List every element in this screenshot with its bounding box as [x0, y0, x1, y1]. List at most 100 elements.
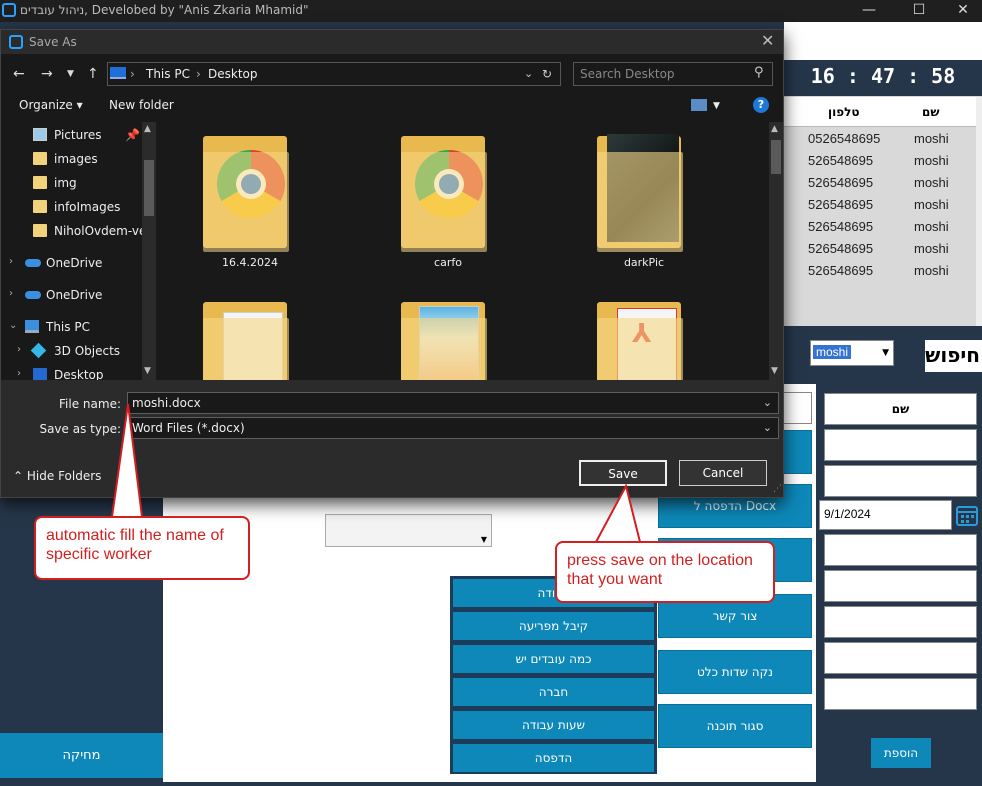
cancel-button[interactable]: Cancel [679, 460, 767, 486]
nav-item-label: 3D Objects [54, 344, 121, 358]
date-field[interactable]: 9/1/2024 [819, 500, 952, 530]
file-item[interactable]: 16.4.2024 [195, 128, 305, 278]
calendar-icon[interactable] [955, 503, 979, 527]
hide-folders-button[interactable]: ⌃ Hide Folders [13, 469, 101, 483]
file-view-scroll-thumb[interactable] [771, 140, 781, 174]
report-button[interactable]: קיבל מפריעה [452, 611, 655, 641]
folder-front [597, 318, 683, 380]
resize-grip-icon[interactable]: ⋰ [773, 484, 782, 494]
file-item[interactable]: darkPic [589, 128, 699, 278]
nav-item[interactable]: › 3D Objects [1, 339, 159, 363]
scroll-down-icon[interactable]: ▼ [771, 366, 778, 376]
report-button[interactable]: חברה [452, 677, 655, 707]
back-icon[interactable]: ← [13, 66, 25, 82]
report-button[interactable]: שעות עבודה [452, 710, 655, 740]
address-chevron-icon[interactable]: ⌄ [524, 67, 533, 80]
address-bar[interactable]: › This PC › Desktop ⌄ ↻ [107, 62, 561, 86]
chevron-right-icon[interactable]: › [17, 344, 21, 355]
up-icon[interactable]: ↑ [87, 66, 99, 82]
chevron-right-icon[interactable]: › [17, 368, 21, 379]
form-field-5[interactable] [824, 534, 977, 566]
new-folder-button[interactable]: New folder [109, 98, 174, 112]
grid-header-phone[interactable]: טלפון [828, 105, 860, 119]
chevron-right-icon[interactable]: › [9, 288, 13, 299]
grid-cell-name: moshi [914, 219, 949, 234]
nav-item-label: infoImages [54, 200, 121, 214]
chevron-down-icon[interactable]: ⌄ [763, 421, 772, 434]
add-button[interactable]: הוספת [871, 738, 931, 768]
nav-item[interactable]: infoImages [1, 195, 159, 219]
grid-row[interactable]: 526548695 moshi [784, 238, 976, 260]
delete-button[interactable]: מחיקה [0, 733, 163, 778]
nav-pane-scroll-thumb[interactable] [144, 160, 154, 216]
dialog-close-button[interactable]: ✕ [761, 31, 774, 50]
grid-header-name[interactable]: שם [922, 105, 939, 119]
file-item[interactable]: ⅄ [589, 294, 699, 380]
form-field-9[interactable] [824, 678, 977, 710]
view-chevron-icon[interactable]: ▼ [713, 101, 720, 111]
nav-item-label: NiholOvdem-ve [54, 224, 147, 238]
report-button[interactable]: כמה עובדים יש [452, 644, 655, 674]
breadcrumb-this-pc[interactable]: This PC [146, 67, 190, 81]
chevron-down-icon[interactable]: ⌄ [763, 396, 772, 409]
folder-front [597, 152, 683, 252]
grid-row[interactable]: 0526548695 moshi [784, 128, 976, 150]
form-field-3[interactable] [824, 465, 977, 497]
save-type-select[interactable]: Word Files (*.docx) ⌄ [127, 417, 779, 439]
grid-row[interactable]: 526548695 moshi [784, 216, 976, 238]
nav-item-label: OneDrive [46, 288, 103, 302]
grid-row[interactable]: 526548695 moshi [784, 194, 976, 216]
scroll-down-icon[interactable]: ▼ [144, 366, 151, 376]
refresh-icon[interactable]: ↻ [542, 67, 552, 81]
forward-icon[interactable]: → [41, 66, 53, 82]
organize-button[interactable]: Organize ▾ [19, 98, 83, 112]
minimize-button[interactable]: — [846, 0, 892, 22]
pc-icon [110, 67, 126, 79]
form-field-2[interactable] [824, 429, 977, 461]
scroll-up-icon[interactable]: ▲ [144, 124, 151, 134]
help-icon[interactable]: ? [753, 97, 769, 113]
save-button[interactable]: Save [579, 460, 667, 486]
close-window-button[interactable]: ✕ [940, 0, 982, 22]
chevron-right-icon[interactable]: › [9, 256, 13, 267]
grid-row[interactable]: 526548695 moshi [784, 150, 976, 172]
form-field-6[interactable] [824, 570, 977, 602]
file-item[interactable] [393, 294, 503, 380]
nav-item-label: images [54, 152, 98, 166]
breadcrumb-desktop[interactable]: Desktop [208, 67, 258, 81]
recent-chevron-icon[interactable]: ▼ [67, 69, 74, 79]
report-button[interactable]: הדפסה [452, 743, 655, 773]
nav-item[interactable]: NiholOvdem-ve [1, 219, 159, 243]
search-combo[interactable]: moshi ▼ [810, 340, 894, 366]
cube-icon [30, 342, 47, 359]
nav-item[interactable]: img [1, 171, 159, 195]
grid-row[interactable]: 526548695 moshi [784, 172, 976, 194]
nav-item[interactable]: Pictures 📌 [1, 123, 159, 147]
file-name-input[interactable]: moshi.docx ⌄ [127, 392, 779, 414]
search-label: חיפוש [925, 340, 982, 372]
scroll-up-icon[interactable]: ▲ [771, 124, 778, 134]
filter-combo[interactable]: ▼ [325, 514, 492, 547]
close-app-button[interactable]: סגור תוכנה [658, 704, 812, 748]
chevron-down-icon[interactable]: ⌄ [9, 320, 17, 331]
grid-row[interactable]: 526548695 moshi [784, 260, 976, 282]
name-field[interactable]: שם [824, 393, 977, 425]
nav-item[interactable]: › OneDrive [1, 251, 159, 275]
form-field-7[interactable] [824, 606, 977, 638]
grid-cell-phone: 526548695 [808, 153, 874, 168]
nav-item-label: Pictures [54, 128, 102, 142]
clear-fields-button[interactable]: נקה שדות כלט [658, 650, 812, 694]
view-icon[interactable] [691, 99, 707, 111]
pictures-icon [33, 128, 47, 141]
maximize-button[interactable]: ☐ [896, 0, 942, 22]
text-input[interactable] [780, 392, 812, 424]
file-item[interactable] [195, 294, 305, 380]
grid-scrollbar[interactable] [976, 97, 982, 326]
file-item[interactable]: carfo [393, 128, 503, 278]
dialog-search-box[interactable]: Search Desktop ⚲ [573, 62, 773, 86]
cloud-icon [25, 291, 41, 299]
form-field-8[interactable] [824, 642, 977, 674]
nav-item[interactable]: › OneDrive [1, 283, 159, 307]
nav-item[interactable]: ⌄ This PC [1, 315, 159, 339]
nav-item[interactable]: images [1, 147, 159, 171]
